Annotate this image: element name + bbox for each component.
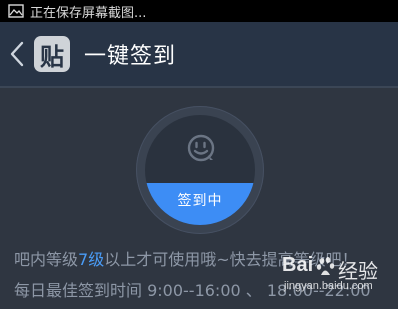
nav-bar: 贴 一键签到 xyxy=(0,22,398,86)
level-text-before: 吧内等级 xyxy=(14,250,79,269)
sign-in-button[interactable]: 签到中 xyxy=(145,115,255,225)
sign-in-ring: 签到中 xyxy=(136,106,264,234)
smiley-face-icon xyxy=(187,134,215,162)
paw-icon xyxy=(316,257,335,275)
status-notification-text: 正在保存屏幕截图... xyxy=(30,5,147,21)
chevron-left-icon xyxy=(10,41,24,67)
screenshot-icon xyxy=(8,3,24,19)
watermark-url: jingyan.baidu.com xyxy=(284,280,373,292)
back-button[interactable] xyxy=(4,34,30,74)
nav-divider xyxy=(0,86,398,88)
status-bar: 正在保存屏幕截图... xyxy=(0,0,398,22)
level-value: 7级 xyxy=(78,250,105,269)
baidu-jingyan-watermark: Bai 经验 jingyan.baidu.com xyxy=(276,254,394,300)
sign-in-label: 签到中 xyxy=(177,193,223,209)
tieba-logo: 贴 xyxy=(34,36,70,72)
page-title: 一键签到 xyxy=(84,44,177,69)
watermark-brand: Bai xyxy=(282,254,314,276)
